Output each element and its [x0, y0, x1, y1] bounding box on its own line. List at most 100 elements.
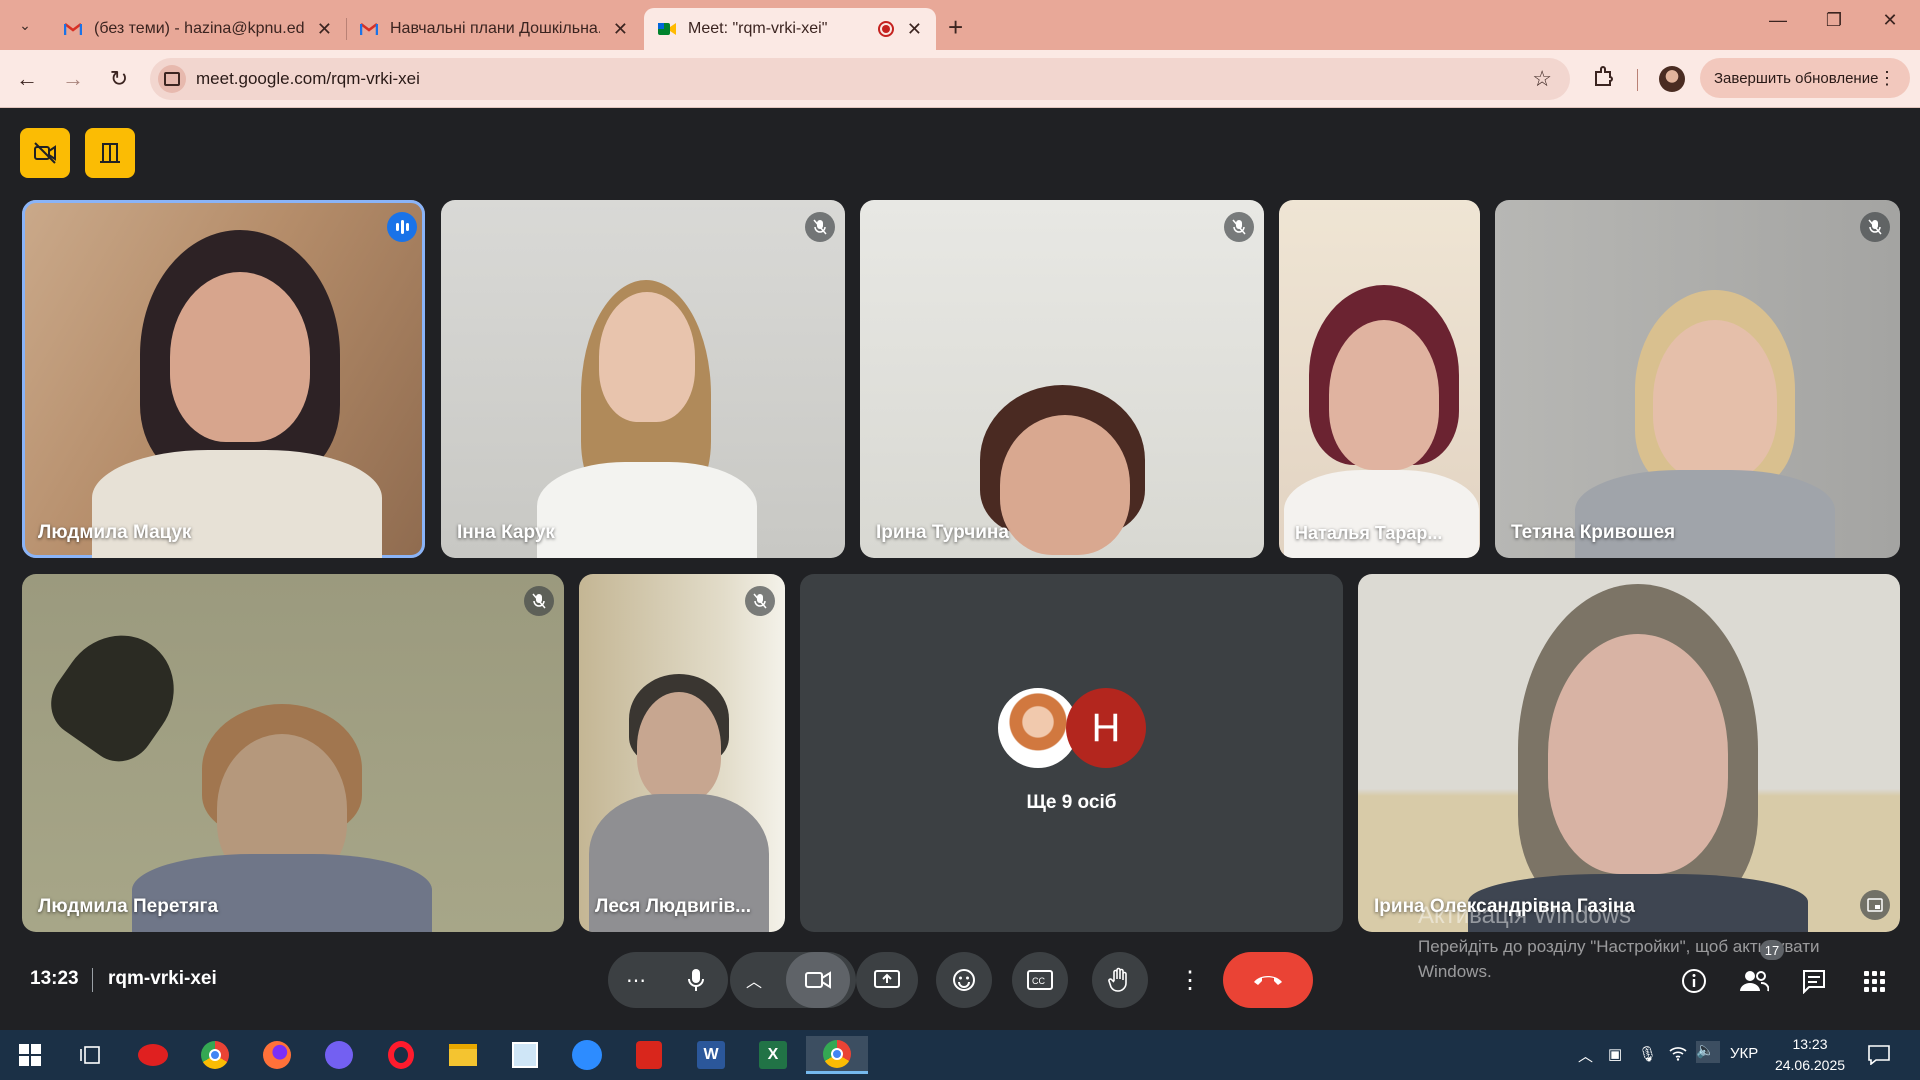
- video-feed: [537, 462, 757, 558]
- forward-icon[interactable]: →: [58, 64, 88, 94]
- meeting-info-icon[interactable]: [1678, 965, 1710, 997]
- people-icon[interactable]: [1738, 965, 1770, 997]
- mic-off-icon: [1860, 212, 1890, 242]
- taskbar-clock[interactable]: 13:23 24.06.2025: [1770, 1034, 1850, 1076]
- recording-icon: [878, 21, 894, 37]
- meet-tray-icon[interactable]: ▣: [1608, 1045, 1622, 1063]
- chrome-active-icon[interactable]: [806, 1036, 868, 1074]
- camera-icon[interactable]: [786, 952, 850, 1008]
- door-icon: [100, 143, 120, 163]
- wifi-icon[interactable]: [1668, 1045, 1688, 1065]
- profile-avatar[interactable]: [1659, 66, 1685, 92]
- more-vert-icon: ⋮: [1178, 966, 1202, 994]
- participant-tile[interactable]: Ірина Олександрівна Газіна: [1358, 574, 1900, 932]
- close-icon[interactable]: ✕: [613, 19, 628, 40]
- captions-button[interactable]: CC: [1012, 952, 1068, 1008]
- close-icon[interactable]: ✕: [907, 19, 922, 40]
- start-icon[interactable]: [10, 1036, 50, 1074]
- meet-icon: [658, 20, 676, 38]
- participant-name: Наталья Тарар...: [1295, 523, 1443, 543]
- video-feed: [132, 854, 432, 932]
- present-icon: [874, 970, 900, 988]
- meeting-time: 13:23: [30, 968, 79, 989]
- restore-button[interactable]: ❐: [1814, 10, 1854, 31]
- microphone-tray-icon[interactable]: 🎙: [1638, 1045, 1657, 1063]
- participant-name: Інна Карук: [457, 522, 555, 543]
- opera-icon[interactable]: [381, 1036, 421, 1074]
- captions-icon: CC: [1027, 970, 1053, 990]
- zoom-icon[interactable]: [567, 1036, 607, 1074]
- gmail-icon: [64, 20, 82, 38]
- file-explorer-icon[interactable]: [443, 1036, 483, 1074]
- video-off-icon: [34, 142, 56, 164]
- tab-gmail-inbox[interactable]: (без теми) - hazina@kpnu.edu.ua ✕: [50, 8, 346, 50]
- close-icon[interactable]: ✕: [317, 19, 332, 40]
- participant-tile[interactable]: Людмила Мацук: [22, 200, 425, 558]
- acrobat-icon[interactable]: [629, 1036, 669, 1074]
- close-window-button[interactable]: ✕: [1870, 10, 1910, 31]
- participant-tile[interactable]: Тетяна Кривошея: [1495, 200, 1900, 558]
- video-feed: [170, 272, 310, 442]
- new-tab-button[interactable]: +: [948, 12, 963, 43]
- extensions-icon[interactable]: [1592, 64, 1616, 94]
- tab-meet[interactable]: Meet: "rqm-vrki-xei" ✕: [644, 8, 936, 50]
- hang-up-icon: [1254, 976, 1282, 985]
- host-video-off-button[interactable]: [20, 128, 70, 178]
- more-participants-tile[interactable]: H Ще 9 осіб: [800, 574, 1343, 932]
- reload-icon[interactable]: ↻: [104, 64, 134, 94]
- notepad-icon[interactable]: [505, 1036, 545, 1074]
- microphone-icon[interactable]: [676, 960, 716, 1000]
- leave-call-button[interactable]: [1223, 952, 1313, 1008]
- windows-activation-title: Активація Windows: [1418, 902, 1632, 929]
- participant-tile[interactable]: Наталья Тарар...: [1279, 200, 1480, 558]
- participant-tile[interactable]: Людмила Перетяга: [22, 574, 564, 932]
- video-feed: [1329, 320, 1439, 470]
- kaspersky-icon[interactable]: [133, 1036, 173, 1074]
- more-options-button[interactable]: ⋮: [1172, 952, 1208, 1008]
- camera-control-group: ︿: [730, 952, 856, 1008]
- toolbar-divider: [1637, 69, 1638, 91]
- video-feed: [599, 292, 695, 422]
- browser-toolbar: ← → ↻ meet.google.com/rqm-vrki-xei ☆: [0, 50, 1920, 108]
- firefox-icon[interactable]: [257, 1036, 297, 1074]
- participant-tile[interactable]: Інна Карук: [441, 200, 845, 558]
- meeting-code: rqm-vrki-xei: [108, 968, 217, 989]
- minimize-button[interactable]: —: [1758, 10, 1798, 31]
- viber-icon[interactable]: [319, 1036, 359, 1074]
- raise-hand-button[interactable]: [1092, 952, 1148, 1008]
- chat-icon[interactable]: [1798, 965, 1830, 997]
- activities-icon[interactable]: [1858, 965, 1890, 997]
- participant-tile[interactable]: Ірина Турчина: [860, 200, 1264, 558]
- pip-icon[interactable]: [1860, 890, 1890, 920]
- tab-gmail-plans[interactable]: Навчальні плани Дошкільна. Логопедія ✕: [346, 8, 642, 50]
- more-vert-icon[interactable]: ⋮: [1878, 68, 1896, 89]
- chevron-up-icon[interactable]: ︿: [1578, 1045, 1593, 1066]
- bookmark-star-icon[interactable]: ☆: [1532, 66, 1552, 92]
- participant-tile[interactable]: Леся Людвигів...: [579, 574, 785, 932]
- update-button[interactable]: Завершить обновление ⋮: [1700, 58, 1910, 98]
- chrome-icon[interactable]: [195, 1036, 235, 1074]
- video-feed: [1575, 470, 1835, 558]
- svg-text:CC: CC: [1032, 976, 1045, 986]
- word-icon[interactable]: W: [691, 1036, 731, 1074]
- mic-off-icon: [1224, 212, 1254, 242]
- more-horiz-icon[interactable]: ⋯: [626, 968, 646, 993]
- tab-search-button[interactable]: ⌄: [10, 10, 40, 40]
- task-view-icon[interactable]: [70, 1036, 110, 1074]
- participant-name: Людмила Мацук: [38, 522, 192, 543]
- address-bar[interactable]: meet.google.com/rqm-vrki-xei ☆: [150, 58, 1570, 100]
- more-participants-label: Ще 9 осіб: [1026, 792, 1117, 813]
- chevron-up-icon[interactable]: ︿: [746, 968, 762, 992]
- host-controls-button[interactable]: [85, 128, 135, 178]
- notifications-icon[interactable]: [1868, 1045, 1890, 1069]
- present-screen-button[interactable]: [856, 952, 918, 1008]
- url-text[interactable]: meet.google.com/rqm-vrki-xei: [196, 69, 420, 89]
- video-feed: [37, 613, 197, 775]
- volume-icon[interactable]: 🔈: [1696, 1041, 1720, 1063]
- reactions-button[interactable]: [936, 952, 992, 1008]
- language-indicator[interactable]: УКР: [1730, 1045, 1758, 1062]
- back-icon[interactable]: ←: [12, 64, 42, 94]
- site-info-icon[interactable]: [158, 65, 186, 93]
- clock-date: 24.06.2025: [1774, 1057, 1846, 1073]
- excel-icon[interactable]: X: [753, 1036, 793, 1074]
